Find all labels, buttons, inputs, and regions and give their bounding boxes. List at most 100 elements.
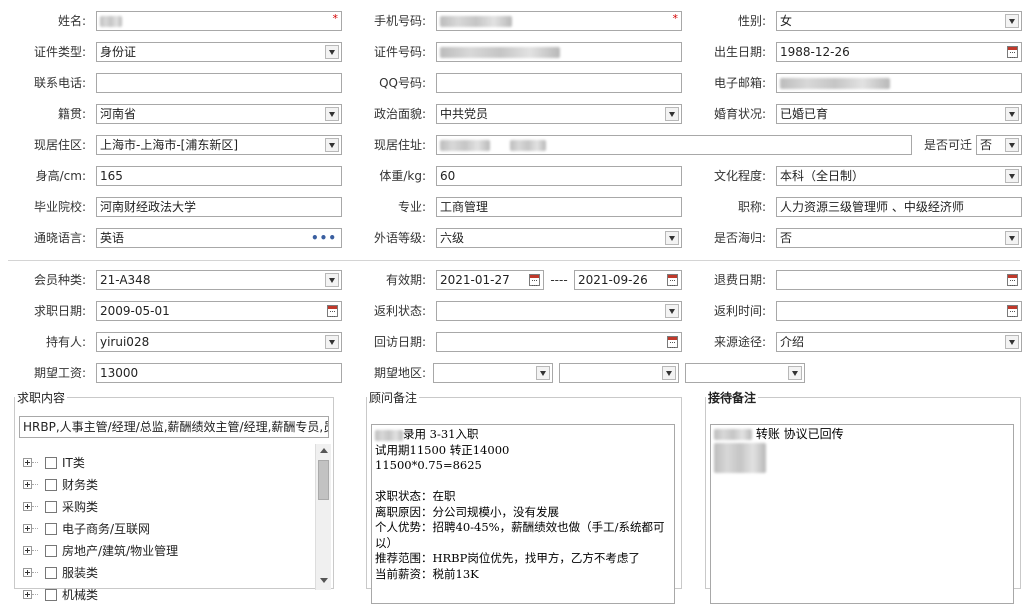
valid-from-field[interactable]: 2021-01-27 (436, 270, 544, 290)
scroll-thumb[interactable] (318, 460, 329, 500)
edu-select[interactable]: 本科（全日制） (776, 166, 1022, 186)
major-field[interactable]: 工商管理 (436, 197, 682, 217)
salary-field[interactable]: 13000 (96, 363, 342, 383)
expand-icon[interactable] (23, 568, 32, 577)
source-select[interactable]: 介绍 (776, 332, 1022, 352)
valid-to-field[interactable]: 2021-09-26 (574, 270, 682, 290)
member-select[interactable]: 21-A348 (96, 270, 342, 290)
expand-icon[interactable] (23, 590, 32, 599)
rebate-status-select[interactable] (436, 301, 682, 321)
title-field[interactable]: 人力资源三级管理师 、中级经济师 (776, 197, 1022, 217)
chevron-down-icon[interactable] (325, 273, 339, 287)
chevron-down-icon[interactable] (1005, 231, 1019, 245)
chevron-down-icon[interactable] (536, 366, 550, 380)
source-value: 介绍 (780, 335, 805, 349)
weight-label: 体重/kg: (379, 169, 426, 183)
advisor-note-line: 个人优势：招聘40-45%，薪酬绩效也做（手工/系统都可 (375, 520, 665, 534)
school-field[interactable]: 河南财经政法大学 (96, 197, 342, 217)
chevron-down-icon[interactable] (325, 107, 339, 121)
job-content-summary-text: HRBP,人事主管/经理/总监,薪酬绩效主管/经理,薪酬专员,员 (23, 420, 329, 434)
checkbox[interactable] (45, 567, 57, 579)
scroll-down-icon[interactable] (320, 578, 328, 583)
rebate-time-field[interactable] (776, 301, 1022, 321)
chevron-down-icon[interactable] (665, 231, 679, 245)
jobdate-field[interactable]: 2009-05-01 (96, 301, 342, 321)
name-field[interactable]: * (96, 11, 342, 31)
qq-field[interactable] (436, 73, 682, 93)
qq-label: QQ号码: (379, 76, 426, 90)
checkbox[interactable] (45, 501, 57, 513)
valid-separator: ---- (550, 273, 568, 287)
overseas-select[interactable]: 否 (776, 228, 1022, 248)
idtype-select[interactable]: 身份证 (96, 42, 342, 62)
chevron-down-icon[interactable] (1005, 107, 1019, 121)
political-select[interactable]: 中共党员 (436, 104, 682, 124)
tree-scrollbar[interactable] (315, 444, 331, 590)
chevron-down-icon[interactable] (662, 366, 676, 380)
tree-node-label: 采购类 (62, 500, 99, 514)
checkbox[interactable] (45, 545, 57, 557)
tel-field[interactable] (96, 73, 342, 93)
more-options-icon[interactable]: ••• (311, 229, 337, 247)
expand-icon[interactable] (23, 502, 32, 511)
gender-select[interactable]: 女 (776, 11, 1022, 31)
chevron-down-icon[interactable] (325, 335, 339, 349)
idno-field[interactable] (436, 42, 682, 62)
region-city-select[interactable] (559, 363, 679, 383)
chevron-down-icon[interactable] (665, 304, 679, 318)
phone-field[interactable]: * (436, 11, 682, 31)
reception-note-text: 转账 协议已回传 (755, 427, 844, 441)
native-select[interactable]: 河南省 (96, 104, 342, 124)
holder-select[interactable]: yirui028 (96, 332, 342, 352)
tree-connector (32, 506, 38, 507)
calendar-icon[interactable] (667, 274, 678, 286)
job-content-summary[interactable]: HRBP,人事主管/经理/总监,薪酬绩效主管/经理,薪酬专员,员 (19, 416, 329, 438)
chevron-down-icon[interactable] (788, 366, 802, 380)
chevron-down-icon[interactable] (665, 107, 679, 121)
chevron-down-icon[interactable] (1005, 169, 1019, 183)
calendar-icon[interactable] (1007, 305, 1018, 317)
row-basic-2: 证件类型: 身份证 证件号码: 出生日期: 1988-12-26 (0, 41, 1026, 63)
expand-icon[interactable] (23, 480, 32, 489)
langlevel-select[interactable]: 六级 (436, 228, 682, 248)
region-district-select[interactable] (685, 363, 805, 383)
scroll-up-icon[interactable] (320, 448, 328, 453)
address-field[interactable] (436, 135, 912, 155)
calendar-icon[interactable] (667, 336, 678, 348)
region-label: 期望地区: (373, 366, 426, 380)
chevron-down-icon[interactable] (1005, 138, 1019, 152)
checkbox[interactable] (45, 479, 57, 491)
checkbox[interactable] (45, 589, 57, 601)
native-label: 籍贯: (57, 107, 86, 121)
chevron-down-icon[interactable] (1005, 335, 1019, 349)
area-select[interactable]: 上海市-上海市-[浦东新区] (96, 135, 342, 155)
calendar-icon[interactable] (327, 305, 338, 317)
region-province-select[interactable] (433, 363, 553, 383)
visit-date-field[interactable] (436, 332, 682, 352)
checkbox[interactable] (45, 523, 57, 535)
advisor-notes-textarea[interactable]: 录用 3-31入职 试用期11500 转正14000 11500*0.75=86… (371, 424, 675, 604)
marital-select[interactable]: 已婚已育 (776, 104, 1022, 124)
major-value: 工商管理 (440, 200, 489, 214)
lang-field[interactable]: 英语 ••• (96, 228, 342, 248)
chevron-down-icon[interactable] (325, 45, 339, 59)
birth-date-field[interactable]: 1988-12-26 (776, 42, 1022, 62)
weight-field[interactable]: 60 (436, 166, 682, 186)
reception-notes-textarea[interactable]: 转账 协议已回传 (710, 424, 1014, 604)
tree-node-label: 电子商务/互联网 (62, 522, 151, 536)
calendar-icon[interactable] (529, 274, 540, 286)
expand-icon[interactable] (23, 524, 32, 533)
tree-connector (32, 550, 38, 551)
height-field[interactable]: 165 (96, 166, 342, 186)
checkbox[interactable] (45, 457, 57, 469)
relocate-select[interactable]: 否 (976, 135, 1022, 155)
expand-icon[interactable] (23, 546, 32, 555)
email-field[interactable] (776, 73, 1022, 93)
chevron-down-icon[interactable] (1005, 14, 1019, 28)
expand-icon[interactable] (23, 458, 32, 467)
calendar-icon[interactable] (1007, 274, 1018, 286)
chevron-down-icon[interactable] (325, 138, 339, 152)
calendar-icon[interactable] (1007, 46, 1018, 58)
row-basic-7: 毕业院校: 河南财经政法大学 专业: 工商管理 职称: 人力资源三级管理师 、中… (0, 196, 1026, 218)
refund-date-field[interactable] (776, 270, 1022, 290)
